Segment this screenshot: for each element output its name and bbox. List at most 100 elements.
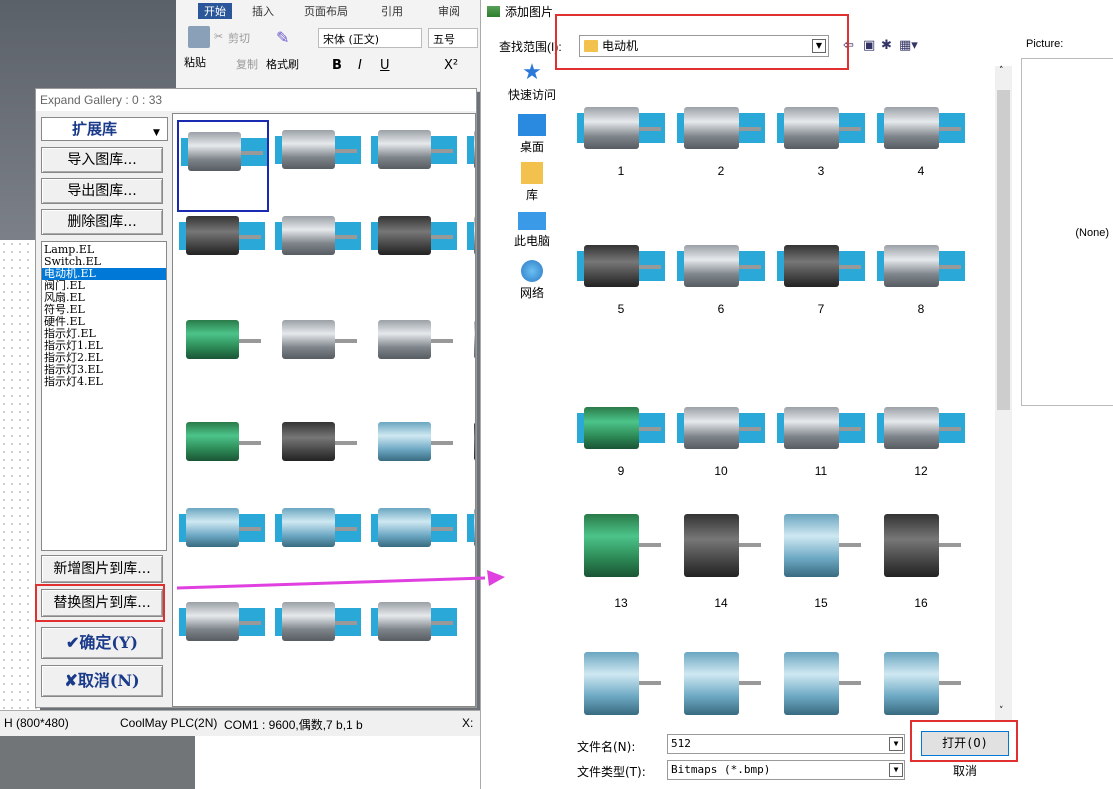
- place-label: 桌面: [519, 140, 544, 154]
- file-item[interactable]: 12: [875, 396, 967, 496]
- designer-canvas: [0, 240, 40, 710]
- motor-image: [275, 414, 361, 470]
- gallery-item[interactable]: [177, 592, 269, 672]
- ribbon-tab-references[interactable]: 引用: [381, 3, 403, 19]
- motor-image: [371, 208, 457, 264]
- scrollbar-thumb[interactable]: [997, 90, 1010, 410]
- file-item[interactable]: 8: [875, 234, 967, 334]
- gallery-item[interactable]: [177, 310, 269, 390]
- place-this-pc[interactable]: 此电脑: [499, 212, 565, 249]
- file-item[interactable]: 5: [575, 234, 667, 334]
- ribbon-tab-home[interactable]: 开始: [198, 3, 232, 19]
- dialog-cancel-button[interactable]: 取消: [921, 760, 1009, 782]
- file-item[interactable]: 9: [575, 396, 667, 496]
- library-list[interactable]: Lamp.EL Switch.EL 电动机.EL 阀门.EL 风扇.EL 符号.EL 硬件.…: [41, 241, 167, 551]
- gallery-item[interactable]: [273, 310, 365, 390]
- picture-preview: (None): [1021, 58, 1113, 406]
- gallery-item[interactable]: [369, 412, 461, 492]
- format-painter-icon: ✎: [276, 28, 290, 47]
- file-item[interactable]: 13: [575, 498, 667, 610]
- ok-button[interactable]: ✔确定(Y): [41, 627, 163, 659]
- gallery-item[interactable]: [177, 206, 269, 286]
- gallery-item[interactable]: [273, 592, 365, 672]
- file-item[interactable]: 7: [775, 234, 867, 334]
- place-library[interactable]: 库: [499, 162, 565, 203]
- add-picture-button[interactable]: 新增图片到库...: [41, 555, 163, 583]
- italic-icon[interactable]: I: [358, 58, 362, 73]
- gallery-item[interactable]: [273, 498, 365, 578]
- gallery-item[interactable]: [369, 592, 461, 672]
- file-name-label: 3: [817, 164, 825, 178]
- gallery-item[interactable]: [465, 498, 475, 578]
- ribbon-tab-insert[interactable]: 插入: [252, 3, 274, 19]
- gallery-item[interactable]: [177, 412, 269, 492]
- file-item[interactable]: 10: [675, 396, 767, 496]
- library-select[interactable]: 扩展库 ▼: [41, 117, 168, 141]
- file-item[interactable]: 15: [775, 498, 867, 610]
- font-select[interactable]: 宋体 (正文): [318, 28, 422, 48]
- new-folder-icon[interactable]: ✱: [881, 38, 892, 53]
- gallery-item[interactable]: [273, 120, 365, 212]
- filetype-select[interactable]: Bitmaps (*.bmp) ▼: [667, 760, 905, 780]
- file-item[interactable]: [875, 636, 967, 720]
- gallery-item[interactable]: [273, 412, 365, 492]
- file-item[interactable]: 2: [675, 96, 767, 196]
- font-size-select[interactable]: 五号: [428, 28, 478, 48]
- scroll-down-icon[interactable]: ˅: [999, 706, 1004, 716]
- paste-button[interactable]: 粘贴: [184, 54, 206, 70]
- gallery-item[interactable]: [369, 310, 461, 390]
- scroll-up-icon[interactable]: ˄: [999, 66, 1004, 76]
- motor-image: [179, 312, 265, 368]
- motor-image: [677, 236, 765, 296]
- file-item[interactable]: [675, 636, 767, 720]
- cut-button[interactable]: 剪切: [228, 30, 250, 46]
- annotation-arrow: [176, 570, 505, 590]
- gallery-item[interactable]: [177, 498, 269, 578]
- gallery-item[interactable]: [465, 310, 475, 390]
- export-gallery-button[interactable]: 导出图库...: [41, 178, 163, 204]
- bold-icon[interactable]: B: [332, 58, 342, 73]
- filename-input[interactable]: 512 ▼: [667, 734, 905, 754]
- file-item[interactable]: [775, 636, 867, 720]
- superscript-icon[interactable]: X²: [444, 58, 458, 73]
- ribbon-tab-review[interactable]: 审阅: [438, 3, 460, 19]
- gallery-item[interactable]: [369, 498, 461, 578]
- library-list-item[interactable]: 指示灯4.EL: [42, 376, 166, 388]
- file-list[interactable]: 1 2 3 4 5 6 7 8 9 10 11 12 13 14 15 16: [571, 66, 995, 720]
- file-item[interactable]: 16: [875, 498, 967, 610]
- gallery-item[interactable]: [369, 120, 461, 212]
- motor-image: [877, 638, 965, 720]
- file-item[interactable]: 3: [775, 96, 867, 196]
- gallery-item[interactable]: [369, 206, 461, 286]
- underline-icon[interactable]: U: [380, 58, 390, 73]
- file-item[interactable]: 4: [875, 96, 967, 196]
- gallery-item[interactable]: [465, 412, 475, 492]
- gallery-picture-grid[interactable]: [172, 113, 476, 707]
- gallery-item[interactable]: [177, 120, 269, 212]
- gallery-item[interactable]: [465, 120, 475, 212]
- delete-gallery-button[interactable]: 删除图库...: [41, 209, 163, 235]
- gallery-item[interactable]: [465, 206, 475, 286]
- gallery-item[interactable]: [273, 206, 365, 286]
- chevron-down-icon[interactable]: ▼: [889, 763, 903, 777]
- file-item[interactable]: 14: [675, 498, 767, 610]
- file-item[interactable]: 11: [775, 396, 867, 496]
- motor-image: [371, 594, 457, 650]
- file-item[interactable]: 1: [575, 96, 667, 196]
- file-item[interactable]: [575, 636, 667, 720]
- place-desktop[interactable]: 桌面: [499, 114, 565, 155]
- up-folder-icon[interactable]: ▣: [863, 38, 875, 53]
- view-menu-icon[interactable]: ▦▾: [899, 38, 918, 53]
- import-gallery-button[interactable]: 导入图库...: [41, 147, 163, 173]
- paste-icon[interactable]: [188, 26, 210, 48]
- file-item[interactable]: 6: [675, 234, 767, 334]
- place-network[interactable]: 网络: [499, 260, 565, 301]
- chevron-down-icon[interactable]: ▼: [153, 122, 165, 138]
- copy-button[interactable]: 复制: [236, 56, 258, 72]
- ribbon-tab-layout[interactable]: 页面布局: [304, 3, 348, 19]
- file-name-label: 4: [917, 164, 925, 178]
- format-painter-button[interactable]: 格式刷: [266, 56, 299, 72]
- chevron-down-icon[interactable]: ▼: [889, 737, 903, 751]
- cancel-button[interactable]: ✘取消(N): [41, 665, 163, 697]
- dialog-title: 添加图片: [505, 5, 554, 19]
